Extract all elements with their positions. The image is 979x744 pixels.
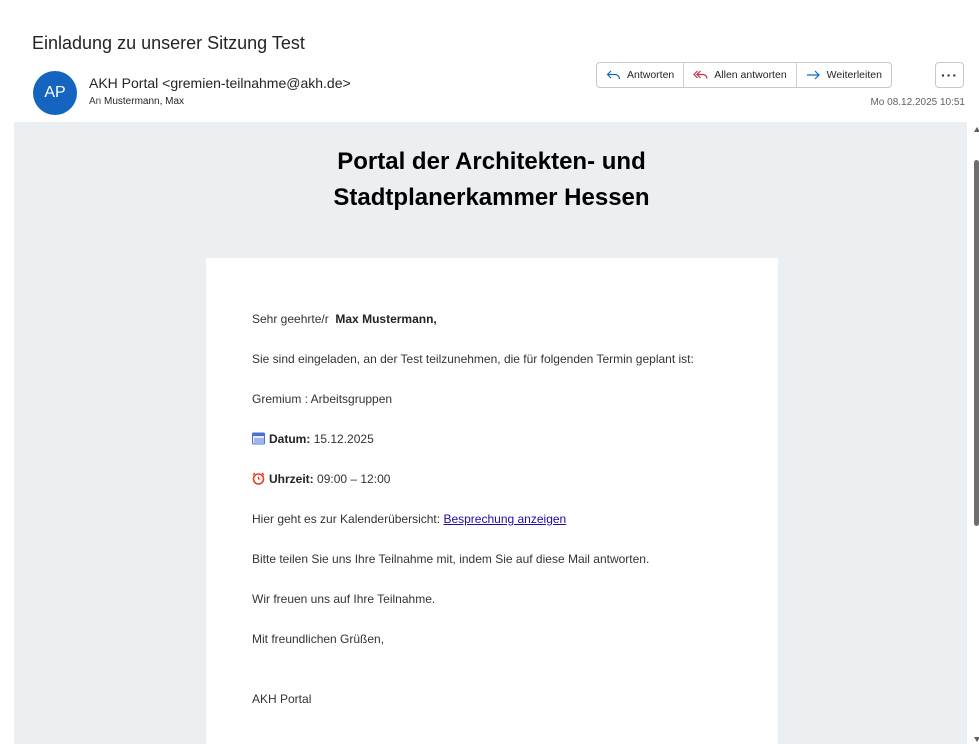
reply-request-text: Bitte teilen Sie uns Ihre Teilnahme mit,… [252,552,650,566]
reply-all-icon [693,70,708,79]
closing-text: Mit freundlichen Grüßen, [252,632,385,646]
portal-title-line-1: Portal der Architekten- und [337,148,646,175]
date-label: Datum: [269,432,311,446]
message-actions: Antworten Allen antworten Weiterleiten [596,62,892,88]
alarm-clock-icon [252,472,265,485]
greeting: Sehr geehrte/r Max Mustermann, [252,312,437,326]
reply-icon [606,70,621,80]
forward-label: Weiterleiten [826,69,882,81]
message-card: Sehr geehrte/r Max Mustermann, Sie sind … [206,258,778,744]
reply-all-button[interactable]: Allen antworten [684,63,797,87]
calendar-text: Hier geht es zur Kalenderübersicht: [252,512,441,526]
portal-title: Portal der Architekten- und Stadtplanerk… [14,144,969,216]
time-value: 09:00 – 12:00 [317,472,391,486]
email-body: Portal der Architekten- und Stadtplanerk… [14,122,974,744]
calendar-line: Hier geht es zur Kalenderübersicht: Besp… [252,512,566,526]
email-subject: Einladung zu unserer Sitzung Test [32,33,305,53]
reply-label: Antworten [627,69,675,81]
time-label: Uhrzeit: [269,472,314,486]
forward-icon [806,70,820,80]
more-actions-button[interactable]: ··· [935,62,964,88]
time-line: Uhrzeit: 09:00 – 12:00 [252,472,390,486]
forward-button[interactable]: Weiterleiten [797,63,891,87]
greeting-name: Max Mustermann, [335,312,437,326]
recipient-prefix: An [89,96,102,107]
recipient-line: An Mustermann, Max [89,96,184,107]
scroll-down-arrow-icon[interactable] [974,737,979,742]
sender-avatar[interactable]: AP [33,71,77,115]
committee-text: Gremium : Arbeitsgruppen [252,392,393,406]
greeting-prefix: Sehr geehrte/r [252,312,329,326]
calendar-icon [252,432,265,445]
received-date: Mo 08.12.2025 10:51 [870,97,965,108]
reply-all-label: Allen antworten [714,69,787,81]
recipient-name[interactable]: Mustermann, Max [104,96,184,107]
reply-button[interactable]: Antworten [597,63,685,87]
sender-address[interactable]: AKH Portal <gremien-teilnahme@akh.de> [89,75,351,91]
scrollbar-thumb[interactable] [974,160,979,526]
looking-forward-text: Wir freuen uns auf Ihre Teilnahme. [252,592,436,606]
date-line: Datum: 15.12.2025 [252,432,374,446]
date-value: 15.12.2025 [313,432,374,446]
invite-text: Sie sind eingeladen, an der Test teilzun… [252,352,694,366]
scroll-up-arrow-icon[interactable] [974,127,979,132]
calendar-link[interactable]: Besprechung anzeigen [443,512,566,526]
portal-title-line-2: Stadtplanerkammer Hessen [333,184,650,211]
signature-text: AKH Portal [252,692,312,706]
